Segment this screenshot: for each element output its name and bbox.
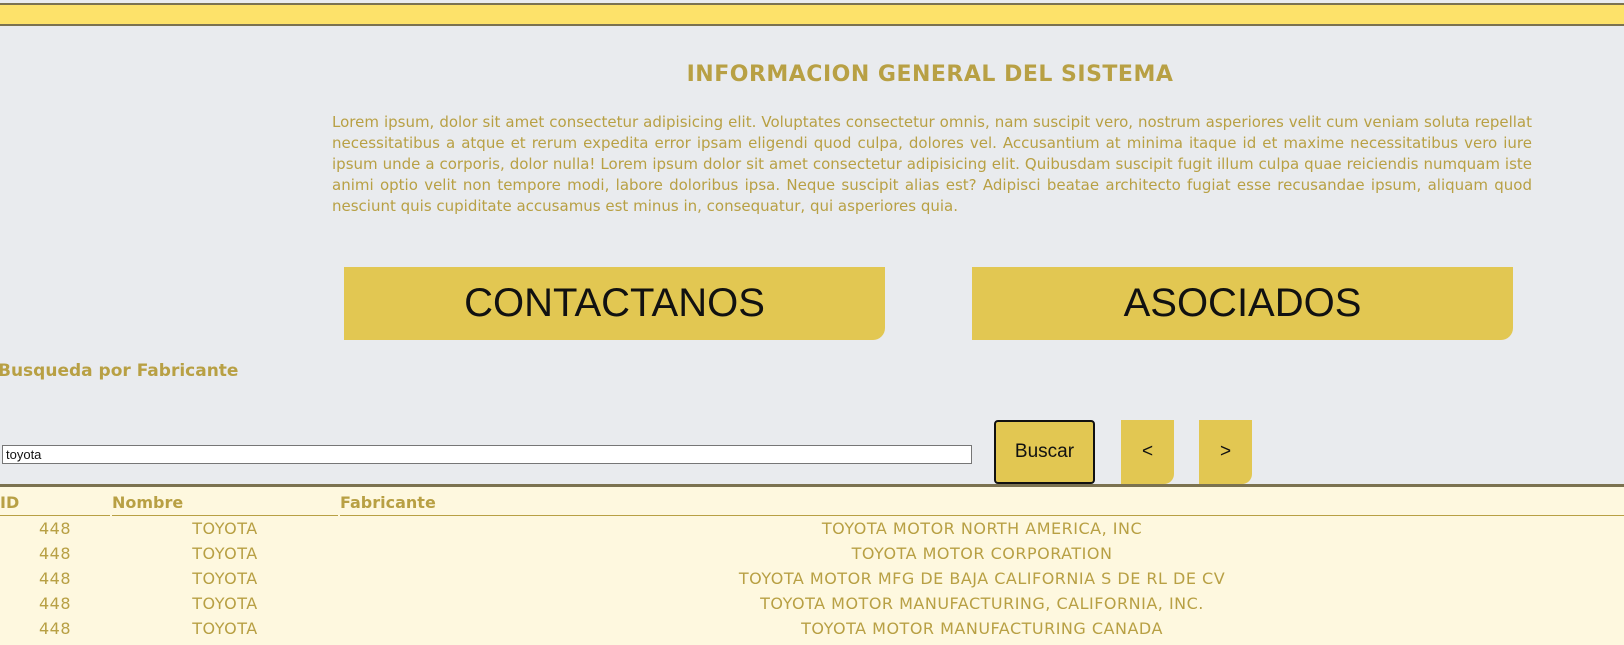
next-page-button[interactable]: >: [1199, 420, 1252, 484]
cell-id: 448: [38, 594, 72, 613]
cell-fabricante: TOYOTA MOTOR MFG DE BAJA CALIFORNIA S DE…: [738, 569, 1226, 588]
cell-nombre: TOYOTA: [192, 569, 258, 588]
results-panel: ID Nombre Fabricante 448 TOYOTA TOYOTA M…: [0, 484, 1624, 645]
table-row: 448 TOYOTA TOYOTA MOTOR MANUFACTURING CA…: [0, 616, 1624, 641]
column-header-nombre: Nombre: [112, 489, 338, 516]
cell-nombre: TOYOTA: [192, 619, 258, 638]
search-label: Busqueda por Fabricante: [0, 361, 239, 381]
search-button[interactable]: Buscar: [994, 420, 1095, 484]
cell-fabricante: TOYOTA MOTOR MANUFACTURING CANADA: [801, 619, 1163, 638]
partners-button[interactable]: ASOCIADOS: [972, 267, 1513, 340]
cell-fabricante: TOYOTA MOTOR NORTH AMERICA, INC: [821, 519, 1143, 538]
cell-id: 448: [38, 569, 72, 588]
manufacturer-search-input[interactable]: [2, 445, 972, 464]
intro-paragraph: Lorem ipsum, dolor sit amet consectetur …: [332, 113, 1532, 215]
page-title: INFORMACION GENERAL DEL SISTEMA: [686, 62, 1174, 87]
contact-button[interactable]: CONTACTANOS: [344, 267, 885, 340]
table-row: 448 TOYOTA TOYOTA MOTOR MANUFACTURING, C…: [0, 591, 1624, 616]
column-header-id: ID: [0, 489, 110, 516]
previous-page-button[interactable]: <: [1121, 420, 1174, 484]
cell-nombre: TOYOTA: [192, 544, 258, 563]
cell-nombre: TOYOTA: [192, 519, 258, 538]
cell-id: 448: [38, 619, 72, 638]
cell-id: 448: [38, 519, 72, 538]
table-row: 448 TOYOTA TOYOTA MOTOR CORPORATION: [0, 541, 1624, 566]
table-row: 448 TOYOTA TOYOTA MOTOR MFG DE BAJA CALI…: [0, 566, 1624, 591]
table-row: 448 TOYOTA TOYOTA MOTOR NORTH AMERICA, I…: [0, 516, 1624, 541]
column-header-fabricante: Fabricante: [340, 489, 1624, 516]
cell-fabricante: TOYOTA MOTOR CORPORATION: [851, 544, 1113, 563]
table-header-row: ID Nombre Fabricante: [0, 489, 1624, 516]
cell-fabricante: TOYOTA MOTOR MANUFACTURING, CALIFORNIA, …: [760, 594, 1204, 613]
cell-nombre: TOYOTA: [192, 594, 258, 613]
results-table: ID Nombre Fabricante 448 TOYOTA TOYOTA M…: [0, 489, 1624, 641]
top-bar: [0, 3, 1624, 26]
cell-id: 448: [38, 544, 72, 563]
